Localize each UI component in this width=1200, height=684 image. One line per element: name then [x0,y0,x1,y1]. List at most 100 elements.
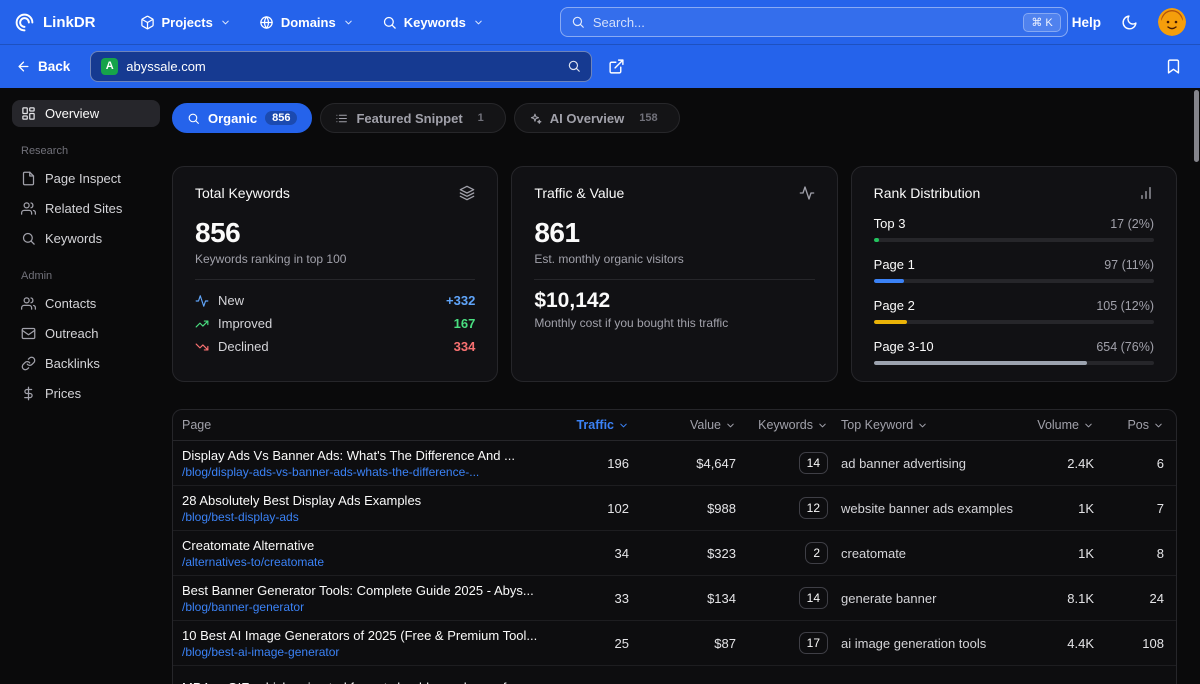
keywords-badge[interactable]: 2 [805,542,828,564]
stat-value: 334 [453,339,476,354]
back-button[interactable]: Back [16,59,70,74]
table-row[interactable]: 28 Absolutely Best Display Ads Examples … [173,486,1176,531]
nav-menu-projects[interactable]: Projects [128,9,243,36]
rank-label: Page 2 [873,298,915,313]
nav-menu-domains[interactable]: Domains [247,9,366,36]
card-title: Total Keywords [195,185,290,201]
dark-mode-toggle[interactable] [1119,12,1140,33]
chevron-down-icon [473,17,484,28]
globe-icon [259,15,274,30]
sidebar-item-label: Related Sites [45,201,123,216]
help-link[interactable]: Help [1072,15,1101,30]
sidebar-section-research: Research [21,145,69,157]
tab-label: Featured Snippet [356,110,463,126]
navbar-right: Help [1072,8,1186,36]
sidebar-item-label: Overview [45,106,100,121]
traffic-cell: 25 [614,635,629,651]
page-cell: Display Ads Vs Banner Ads: What's The Di… [173,448,553,479]
keywords-badge[interactable]: 17 [798,632,828,654]
sidebar-item-keywords[interactable]: Keywords [12,225,160,252]
list-icon [335,112,348,125]
column-header-top-keyword[interactable]: Top Keyword [834,418,1033,432]
progress-track [873,238,1154,242]
rank-row-top3: Top 3 17 (2%) [873,216,1154,242]
volume-cell: 1K [1078,500,1094,516]
open-domain-button[interactable] [606,56,627,77]
stat-row-improved: Improved 167 [195,312,475,335]
avatar[interactable] [1158,8,1186,36]
card-title: Traffic & Value [534,185,625,201]
progress-fill [873,361,1087,365]
card-header: Rank Distribution [874,185,1154,201]
nav-menu-keywords-label: Keywords [403,14,466,30]
tab-count-badge: 856 [265,111,298,125]
page-url-link[interactable]: /blog/display-ads-vs-banner-ads-whats-th… [182,465,553,479]
stat-label: New [218,293,245,308]
column-header-pos[interactable]: Pos [1104,418,1176,432]
table-row[interactable]: Display Ads Vs Banner Ads: What's The Di… [173,441,1176,486]
package-icon [140,15,155,30]
column-header-traffic[interactable]: Traffic [553,418,633,432]
domain-input[interactable] [126,58,560,74]
sidebar-item-backlinks[interactable]: Backlinks [12,350,160,377]
keywords-badge[interactable]: 14 [798,452,828,474]
progress-fill [873,238,880,242]
table-row[interactable]: MP4 or GIF: which animated format should… [173,666,1176,684]
chevron-down-icon [343,17,354,28]
global-search[interactable]: ⌘ K [559,7,1068,37]
domain-search[interactable]: A [90,50,593,82]
sidebar-item-page-inspect[interactable]: Page Inspect [12,165,160,192]
pages-table: Page Traffic Value Keywords Top Keyword … [172,409,1177,684]
traffic-cost-caption: Monthly cost if you bought this traffic [534,316,729,330]
top-keyword-cell: ai image generation tools [841,635,987,651]
page-url-link[interactable]: /blog/banner-generator [182,600,553,614]
table-row[interactable]: Best Banner Generator Tools: Complete Gu… [173,576,1176,621]
domain-toolbar: Back A [0,44,1200,88]
stat-cards: Total Keywords 856 Keywords ranking in t… [172,166,1177,382]
brand-label: LinkDR [43,13,96,31]
page-url-link[interactable]: /blog/best-ai-image-generator [182,645,553,659]
column-header-page[interactable]: Page [173,418,553,432]
tab-organic[interactable]: Organic 856 [172,103,313,133]
top-keyword-cell: ad banner advertising [841,455,967,471]
nav-menu-keywords[interactable]: Keywords [370,9,496,36]
scrollbar-thumb[interactable] [1194,90,1199,162]
column-header-value[interactable]: Value [633,418,740,432]
column-header-keywords[interactable]: Keywords [740,418,834,432]
sidebar-item-overview[interactable]: Overview [12,100,160,127]
sidebar-item-related-sites[interactable]: Related Sites [12,195,160,222]
brand[interactable]: LinkDR [14,12,96,33]
table-header-row: Page Traffic Value Keywords Top Keyword … [173,410,1176,441]
column-header-volume[interactable]: Volume [1033,418,1104,432]
table-row[interactable]: 10 Best AI Image Generators of 2025 (Fre… [173,621,1176,666]
sidebar-item-contacts[interactable]: Contacts [12,290,160,317]
sidebar-item-outreach[interactable]: Outreach [12,320,160,347]
rank-row-page3-10: Page 3-10 654 (76%) [873,339,1154,365]
keywords-cell: 14 [740,587,834,609]
traffic-value-card: Traffic & Value 861 Est. monthly organic… [511,166,838,382]
sort-chevron-icon [1153,420,1164,431]
page-url-link[interactable]: /blog/best-display-ads [182,510,553,524]
sort-chevron-icon [725,420,736,431]
bar-chart-icon [1138,185,1154,201]
keywords-cell: 2 [740,542,834,564]
keywords-badge[interactable]: 12 [798,497,828,519]
sparkles-icon [529,112,542,125]
sidebar-item-label: Prices [45,386,82,401]
table-row[interactable]: Creatomate Alternative /alternatives-to/… [173,531,1176,576]
global-search-input[interactable] [592,14,1016,30]
traffic-caption: Est. monthly organic visitors [534,252,684,266]
keywords-badge[interactable]: 14 [798,587,828,609]
tab-featured-snippet[interactable]: Featured Snippet 1 [320,103,506,133]
bookmark-button[interactable] [1163,56,1184,77]
traffic-cell: 196 [607,455,629,471]
total-keywords-value: 856 [195,217,241,248]
page-cell: Best Banner Generator Tools: Complete Gu… [173,583,553,614]
page-cell: MP4 or GIF: which animated format should… [173,680,553,684]
sidebar-item-label: Outreach [45,326,99,341]
traffic-cell: 34 [614,545,629,561]
activity-icon [799,185,815,201]
tab-ai-overview[interactable]: AI Overview 158 [513,103,680,133]
sidebar-item-prices[interactable]: Prices [12,380,160,407]
page-url-link[interactable]: /alternatives-to/creatomate [182,555,553,569]
